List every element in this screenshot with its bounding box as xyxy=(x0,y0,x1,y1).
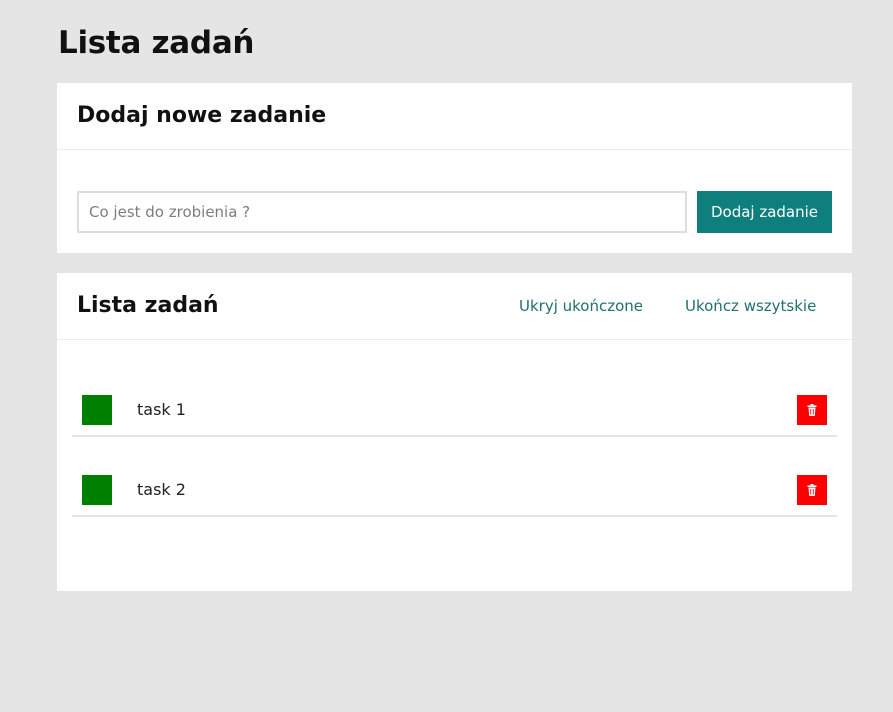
task-status-checkbox[interactable] xyxy=(82,395,112,425)
delete-task-button[interactable] xyxy=(797,475,827,505)
add-task-button[interactable]: Dodaj zadanie xyxy=(697,191,832,233)
trash-icon xyxy=(807,404,817,416)
page-title: Lista zadań xyxy=(58,25,255,61)
delete-task-button[interactable] xyxy=(797,395,827,425)
task-status-checkbox[interactable] xyxy=(82,475,112,505)
task-label: task 2 xyxy=(137,480,186,499)
task-label: task 1 xyxy=(137,400,186,419)
page: Lista zadań Dodaj nowe zadanie Dodaj zad… xyxy=(0,0,893,712)
complete-all-link[interactable]: Ukończ wszytskie xyxy=(685,296,816,316)
hide-completed-link[interactable]: Ukryj ukończone xyxy=(519,296,643,316)
task-row: task 1 xyxy=(72,395,837,437)
new-task-input[interactable] xyxy=(77,191,687,233)
add-task-card-header: Dodaj nowe zadanie xyxy=(57,83,852,150)
task-row: task 2 xyxy=(72,475,837,517)
add-task-title: Dodaj nowe zadanie xyxy=(77,103,327,128)
task-list-card-header: Lista zadań Ukryj ukończone Ukończ wszyt… xyxy=(57,273,852,340)
task-list-title: Lista zadań xyxy=(77,293,219,318)
trash-icon xyxy=(807,484,817,496)
add-task-card: Dodaj nowe zadanie Dodaj zadanie xyxy=(57,83,852,253)
task-list-card: Lista zadań Ukryj ukończone Ukończ wszyt… xyxy=(57,273,852,591)
